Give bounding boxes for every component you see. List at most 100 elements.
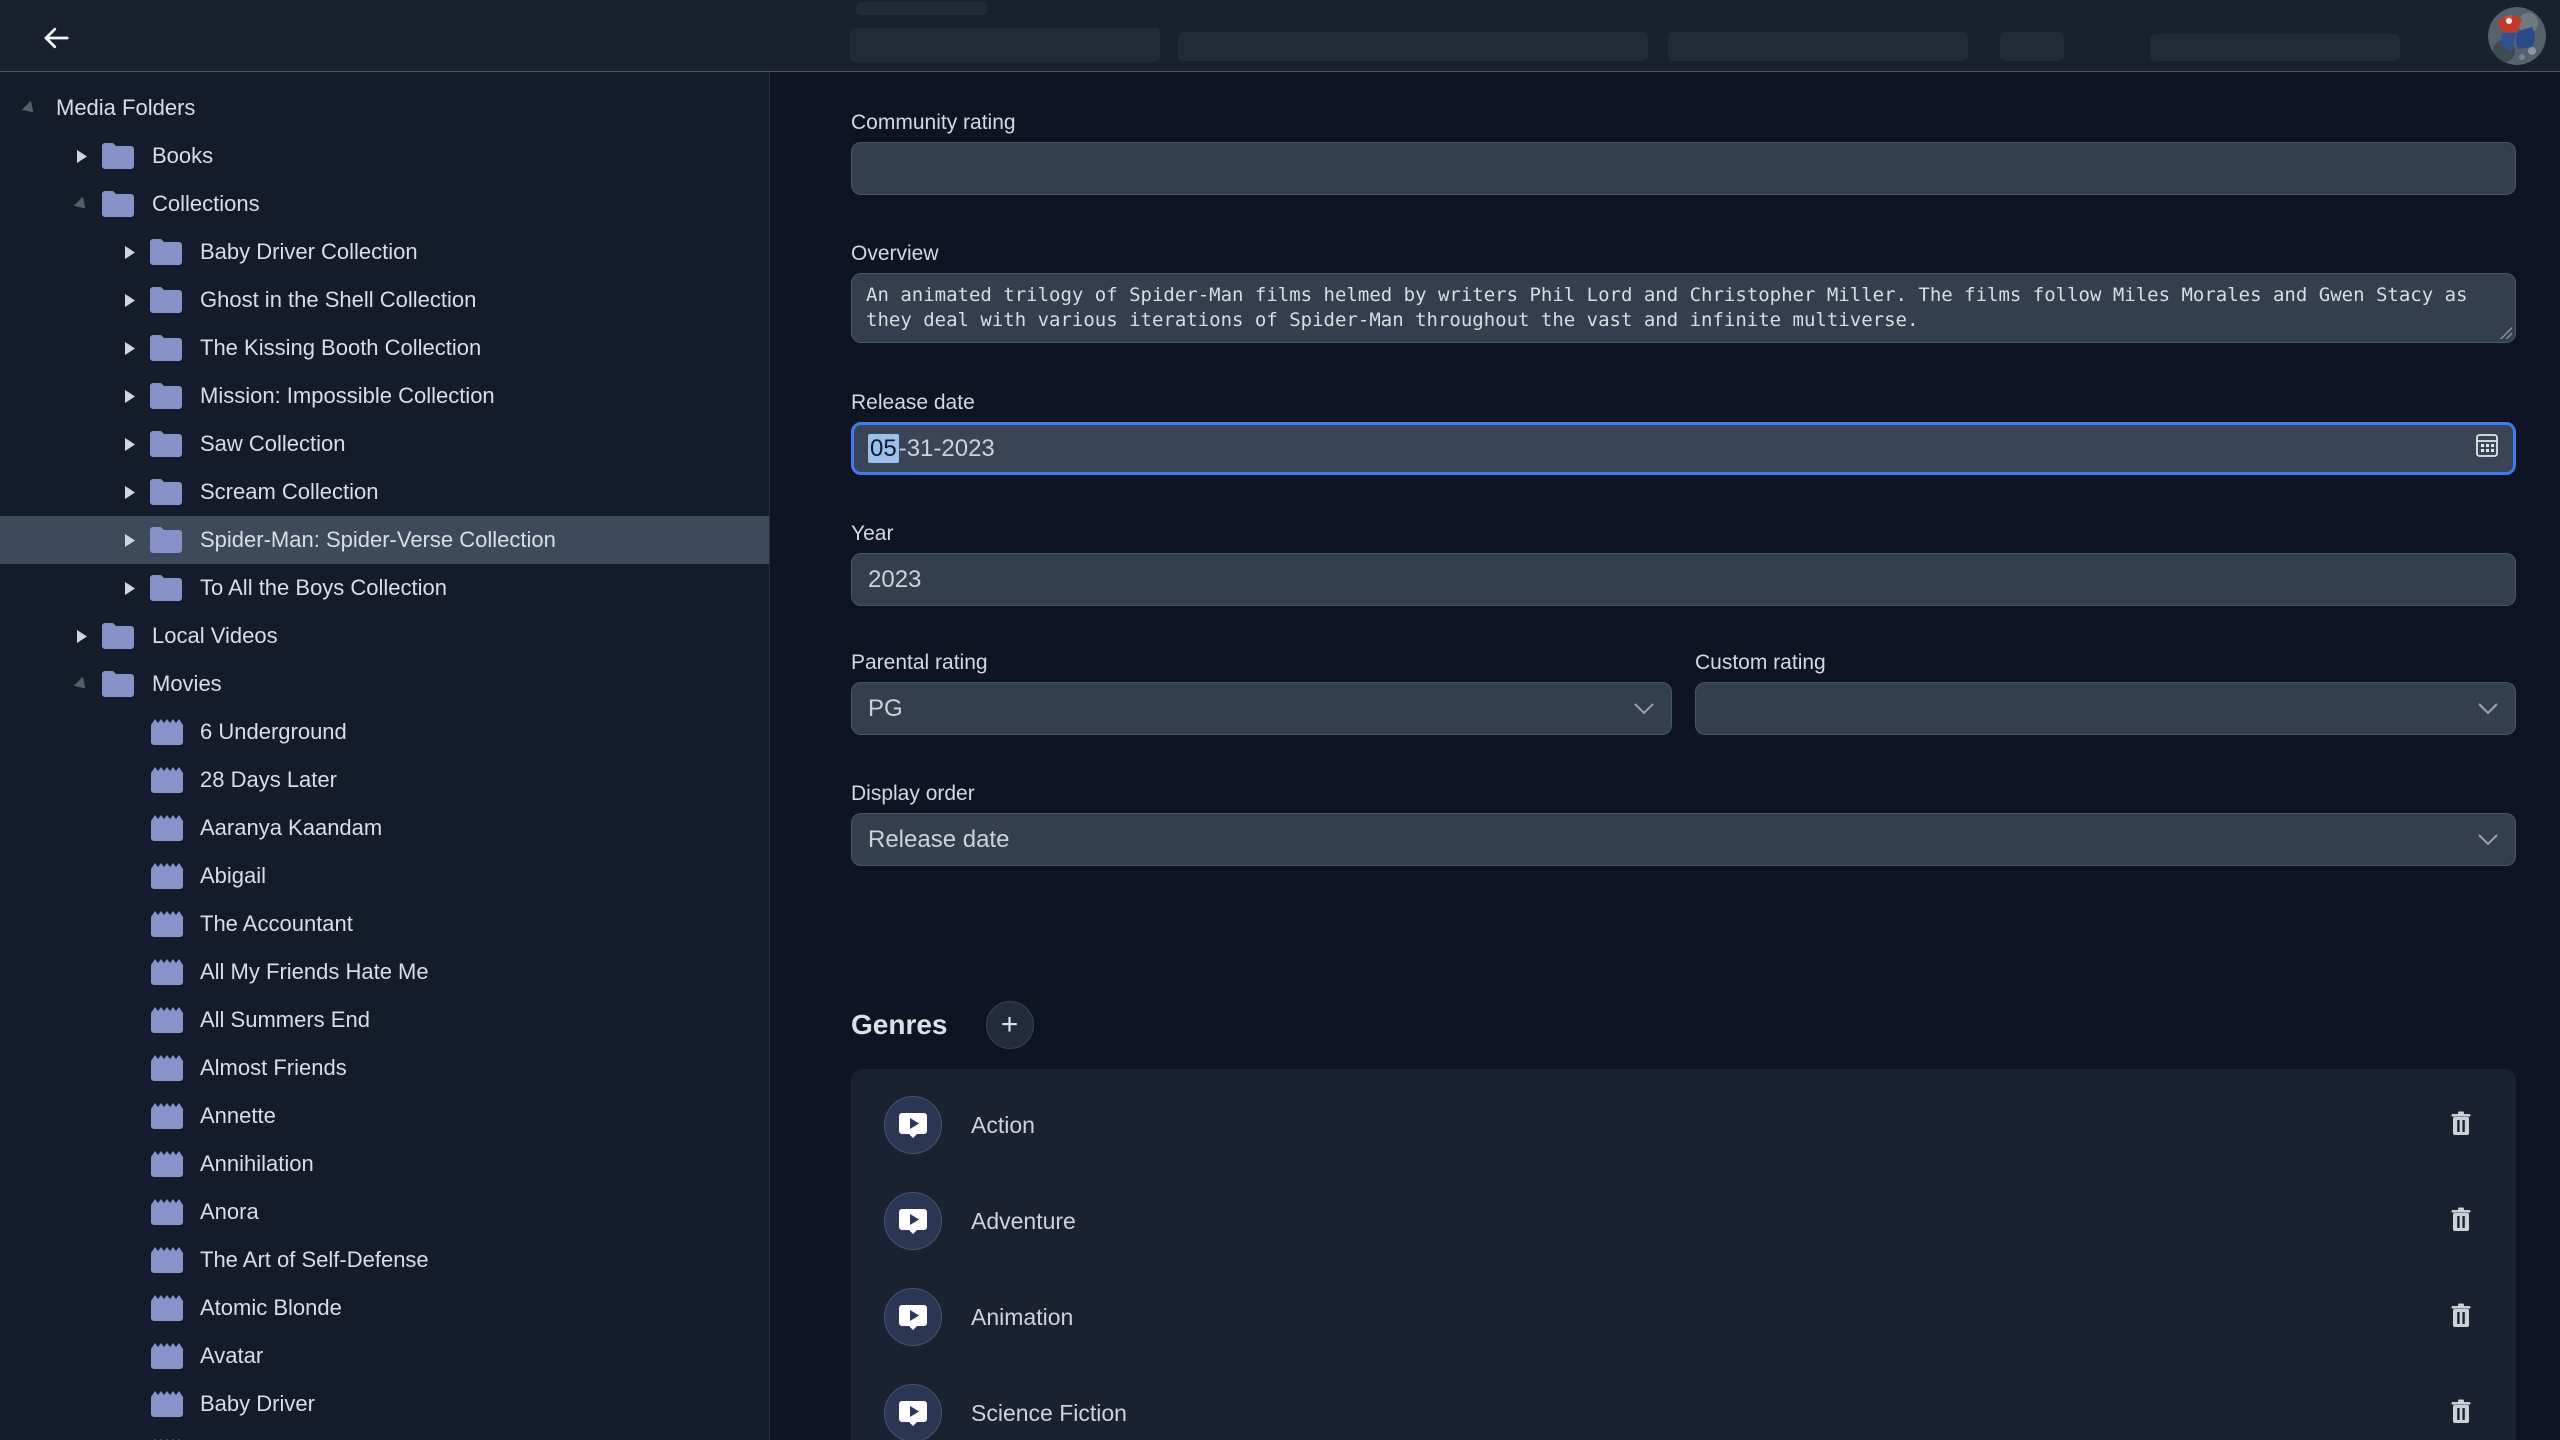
tree-item[interactable]: The Art of Self-Defense xyxy=(0,1236,769,1284)
overview-textarea[interactable]: An animated trilogy of Spider-Man films … xyxy=(851,273,2516,343)
tree-item-label: Almost Friends xyxy=(200,1055,347,1081)
item-icon xyxy=(148,957,184,987)
tree-item-label: Spider-Man: Spider-Verse Collection xyxy=(200,527,556,553)
tree-item[interactable]: Collections xyxy=(0,180,769,228)
item-icon xyxy=(100,669,136,699)
parental-rating-select[interactable]: PG xyxy=(851,682,1672,735)
movie-genre-icon xyxy=(884,1096,942,1154)
expander-arrow-icon[interactable] xyxy=(70,149,92,164)
custom-rating-label: Custom rating xyxy=(1695,650,2516,676)
expander-arrow-icon[interactable] xyxy=(118,245,140,260)
overview-label: Overview xyxy=(851,241,2516,267)
tree-item-label: Baby Driver xyxy=(200,1391,315,1417)
blurred-text-block xyxy=(2000,32,2064,61)
movie-genre-icon xyxy=(884,1192,942,1250)
tree-item-label: Avatar xyxy=(200,1343,263,1369)
tree-item-label: Aaranya Kaandam xyxy=(200,815,382,841)
item-icon xyxy=(148,237,184,267)
user-avatar[interactable] xyxy=(2488,7,2546,65)
tree-item[interactable]: Almost Friends xyxy=(0,1044,769,1092)
tree-item[interactable]: Spider-Man: Spider-Verse Collection xyxy=(0,516,769,564)
tree-item[interactable]: Annihilation xyxy=(0,1140,769,1188)
tree-item[interactable]: Annette xyxy=(0,1092,769,1140)
community-rating-label: Community rating xyxy=(851,110,2516,136)
item-icon xyxy=(148,813,184,843)
delete-genre-button[interactable] xyxy=(2446,1395,2476,1432)
display-order-select[interactable]: Release date xyxy=(851,813,2516,866)
tree-item[interactable]: To All the Boys Collection xyxy=(0,564,769,612)
expander-arrow-icon[interactable] xyxy=(70,677,92,692)
tree-item[interactable]: Anora xyxy=(0,1188,769,1236)
movie-genre-icon xyxy=(884,1384,942,1440)
tree-item[interactable]: The Kissing Booth Collection xyxy=(0,324,769,372)
tree-item[interactable]: 6 Underground xyxy=(0,708,769,756)
custom-rating-select[interactable] xyxy=(1695,682,2516,735)
tree-item-label: Ghost in the Shell Collection xyxy=(200,287,476,313)
expander-arrow-icon[interactable] xyxy=(18,101,40,116)
item-icon xyxy=(148,1389,184,1419)
delete-genre-button[interactable] xyxy=(2446,1107,2476,1144)
tree-item[interactable]: Local Videos xyxy=(0,612,769,660)
display-order-label: Display order xyxy=(851,781,2516,807)
item-icon xyxy=(148,717,184,747)
expander-arrow-icon[interactable] xyxy=(118,341,140,356)
tree-item-label: Local Videos xyxy=(152,623,278,649)
delete-genre-button[interactable] xyxy=(2446,1203,2476,1240)
add-genre-button[interactable]: + xyxy=(986,1001,1034,1049)
item-icon xyxy=(148,525,184,555)
tree-item-label: Mission: Impossible Collection xyxy=(200,383,495,409)
year-input[interactable]: 2023 xyxy=(851,553,2516,606)
expander-arrow-icon[interactable] xyxy=(118,437,140,452)
tree-item[interactable]: Media Folders xyxy=(0,84,769,132)
tree-item[interactable]: Atomic Blonde xyxy=(0,1284,769,1332)
chevron-down-icon xyxy=(1633,695,1655,723)
year-label: Year xyxy=(851,521,2516,547)
back-arrow-icon xyxy=(41,23,71,53)
tree-item[interactable]: Babyteeth xyxy=(0,1428,769,1440)
tree-item[interactable]: Abigail xyxy=(0,852,769,900)
expander-arrow-icon[interactable] xyxy=(118,485,140,500)
release-date-input[interactable]: 05-31-2023 xyxy=(851,422,2516,475)
tree-item[interactable]: 28 Days Later xyxy=(0,756,769,804)
item-icon xyxy=(100,141,136,171)
expander-arrow-icon[interactable] xyxy=(118,293,140,308)
expander-arrow-icon[interactable] xyxy=(70,629,92,644)
tree-item-label: 28 Days Later xyxy=(200,767,337,793)
delete-genre-button[interactable] xyxy=(2446,1299,2476,1336)
blurred-text-block xyxy=(856,2,988,15)
expander-arrow-icon[interactable] xyxy=(70,197,92,212)
item-icon xyxy=(148,333,184,363)
tree-item-label: All My Friends Hate Me xyxy=(200,959,429,985)
expander-arrow-icon[interactable] xyxy=(118,389,140,404)
genre-row: Science Fiction xyxy=(851,1365,2516,1440)
tree-item[interactable]: Mission: Impossible Collection xyxy=(0,372,769,420)
item-icon xyxy=(100,189,136,219)
tree-item[interactable]: Books xyxy=(0,132,769,180)
genre-row: Adventure xyxy=(851,1173,2516,1269)
tree-item[interactable]: Saw Collection xyxy=(0,420,769,468)
back-button[interactable] xyxy=(34,16,78,60)
tree-item[interactable]: Baby Driver Collection xyxy=(0,228,769,276)
expander-arrow-icon[interactable] xyxy=(118,581,140,596)
tree-item[interactable]: All My Friends Hate Me xyxy=(0,948,769,996)
tree-item[interactable]: Baby Driver xyxy=(0,1380,769,1428)
tree-item[interactable]: Ghost in the Shell Collection xyxy=(0,276,769,324)
item-icon xyxy=(148,1245,184,1275)
blurred-text-block xyxy=(1178,32,1648,61)
tree-item[interactable]: Aaranya Kaandam xyxy=(0,804,769,852)
trash-icon xyxy=(2450,1111,2472,1140)
tree-item[interactable]: The Accountant xyxy=(0,900,769,948)
tree-item-label: To All the Boys Collection xyxy=(200,575,447,601)
expander-arrow-icon[interactable] xyxy=(118,533,140,548)
tree-item[interactable]: Avatar xyxy=(0,1332,769,1380)
tree-item-label: Media Folders xyxy=(56,95,195,121)
tree-item[interactable]: All Summers End xyxy=(0,996,769,1044)
tree-item[interactable]: Scream Collection xyxy=(0,468,769,516)
tree-item-label: The Kissing Booth Collection xyxy=(200,335,481,361)
tree-item[interactable]: Movies xyxy=(0,660,769,708)
tree-item-label: Books xyxy=(152,143,213,169)
community-rating-input[interactable] xyxy=(851,142,2516,195)
item-icon xyxy=(148,861,184,891)
calendar-icon[interactable] xyxy=(2475,432,2499,465)
genre-row: Action xyxy=(851,1077,2516,1173)
